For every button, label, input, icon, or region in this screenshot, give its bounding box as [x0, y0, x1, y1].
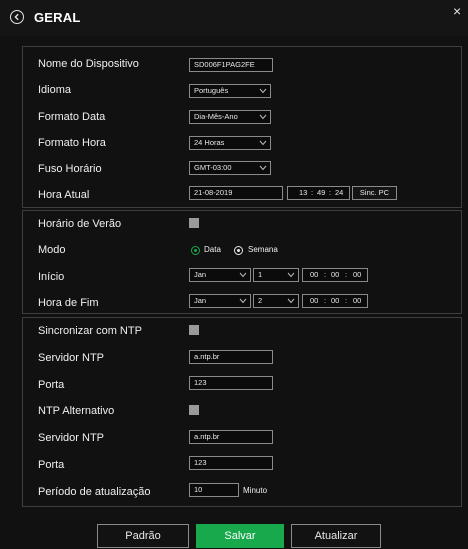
time-separator: : — [345, 296, 348, 305]
dst-enable-checkbox[interactable] — [189, 218, 199, 228]
title-bar: GERAL × — [0, 0, 468, 36]
dst-mode-label: Modo — [38, 244, 66, 256]
time-separator: : — [329, 188, 332, 197]
current-time-input[interactable]: 13 : 49 : 24 — [287, 186, 350, 200]
end-second: 00 — [353, 296, 362, 305]
current-date-input[interactable]: 21-08-2019 — [189, 186, 283, 200]
save-button[interactable]: Salvar — [196, 524, 284, 548]
device-name-label: Nome do Dispositivo — [38, 58, 139, 70]
chevron-down-icon — [259, 114, 267, 120]
chevron-down-icon — [287, 272, 295, 278]
mode-date-label: Data — [204, 245, 221, 254]
start-month-value: Jan — [194, 270, 207, 279]
dst-enable-label: Horário de Verão — [38, 218, 122, 230]
update-period-unit: Minuto — [243, 486, 268, 495]
current-minute: 49 — [317, 188, 326, 197]
chevron-down-icon — [259, 88, 267, 94]
chevron-down-icon — [259, 140, 267, 146]
ntp-alt-label: NTP Alternativo — [38, 405, 115, 417]
chevron-down-icon — [239, 298, 247, 304]
mode-week-label: Semana — [248, 245, 278, 254]
alt-server-input[interactable]: a.ntp.br — [189, 430, 273, 444]
update-period-input[interactable]: 10 — [189, 483, 239, 497]
end-hour: 00 — [310, 296, 319, 305]
date-format-label: Formato Data — [38, 111, 106, 123]
current-time-label: Hora Atual — [38, 189, 90, 201]
close-icon[interactable]: × — [453, 4, 461, 18]
current-hour: 13 — [299, 188, 308, 197]
end-month-value: Jan — [194, 296, 207, 305]
update-period-label: Período de atualização — [38, 486, 151, 498]
ntp-port-input[interactable]: 123 — [189, 376, 273, 390]
ntp-port-label: Porta — [38, 379, 65, 391]
time-separator: : — [324, 296, 327, 305]
page-title: GERAL — [34, 10, 81, 25]
chevron-down-icon — [287, 298, 295, 304]
time-separator: : — [324, 270, 327, 279]
time-format-label: Formato Hora — [38, 137, 106, 149]
start-time-input[interactable]: 00 : 00 : 00 — [302, 268, 368, 282]
end-day-select[interactable]: 2 — [253, 294, 299, 308]
start-minute: 00 — [331, 270, 340, 279]
start-month-select[interactable]: Jan — [189, 268, 251, 282]
timezone-label: Fuso Horário — [38, 163, 102, 175]
end-time-input[interactable]: 00 : 00 : 00 — [302, 294, 368, 308]
start-hour: 00 — [310, 270, 319, 279]
language-label: Idioma — [38, 84, 72, 96]
alt-server-label: Servidor NTP — [38, 432, 105, 444]
time-format-select[interactable]: 24 Horas — [189, 136, 271, 150]
mode-week-radio[interactable] — [234, 246, 243, 255]
refresh-button[interactable]: Atualizar — [291, 524, 381, 548]
chevron-down-icon — [259, 165, 267, 171]
ntp-sync-label: Sincronizar com NTP — [38, 325, 142, 337]
end-month-select[interactable]: Jan — [189, 294, 251, 308]
current-second: 24 — [335, 188, 344, 197]
end-day-value: 2 — [258, 296, 263, 305]
end-minute: 00 — [331, 296, 340, 305]
alt-port-input[interactable]: 123 — [189, 456, 273, 470]
start-day-value: 1 — [258, 270, 263, 279]
mode-date-radio[interactable] — [191, 246, 200, 255]
default-button[interactable]: Padrão — [97, 524, 189, 548]
general-settings-dialog: GERAL × Nome do Dispositivo SD006F1PAG2F… — [0, 0, 468, 549]
timezone-value: GMT-03:00 — [194, 163, 232, 172]
start-day-select[interactable]: 1 — [253, 268, 299, 282]
time-format-value: 24 Horas — [194, 138, 225, 147]
ntp-sync-checkbox[interactable] — [189, 325, 199, 335]
start-second: 00 — [353, 270, 362, 279]
ntp-alt-checkbox[interactable] — [189, 405, 199, 415]
device-name-input[interactable]: SD006F1PAG2FE — [189, 58, 273, 72]
date-format-value: Dia-Mês-Ano — [194, 112, 238, 121]
date-format-select[interactable]: Dia-Mês-Ano — [189, 110, 271, 124]
timezone-select[interactable]: GMT-03:00 — [189, 161, 271, 175]
sync-pc-button[interactable]: Sinc. PC — [352, 186, 397, 200]
ntp-server-label: Servidor NTP — [38, 352, 105, 364]
alt-port-label: Porta — [38, 459, 65, 471]
chevron-down-icon — [239, 272, 247, 278]
language-select[interactable]: Português — [189, 84, 271, 98]
time-separator: : — [311, 188, 314, 197]
language-value: Português — [194, 86, 229, 95]
time-separator: : — [345, 270, 348, 279]
dst-start-label: Início — [38, 271, 65, 283]
ntp-server-input[interactable]: a.ntp.br — [189, 350, 273, 364]
dst-end-label: Hora de Fim — [38, 297, 99, 309]
back-icon[interactable] — [10, 10, 24, 24]
